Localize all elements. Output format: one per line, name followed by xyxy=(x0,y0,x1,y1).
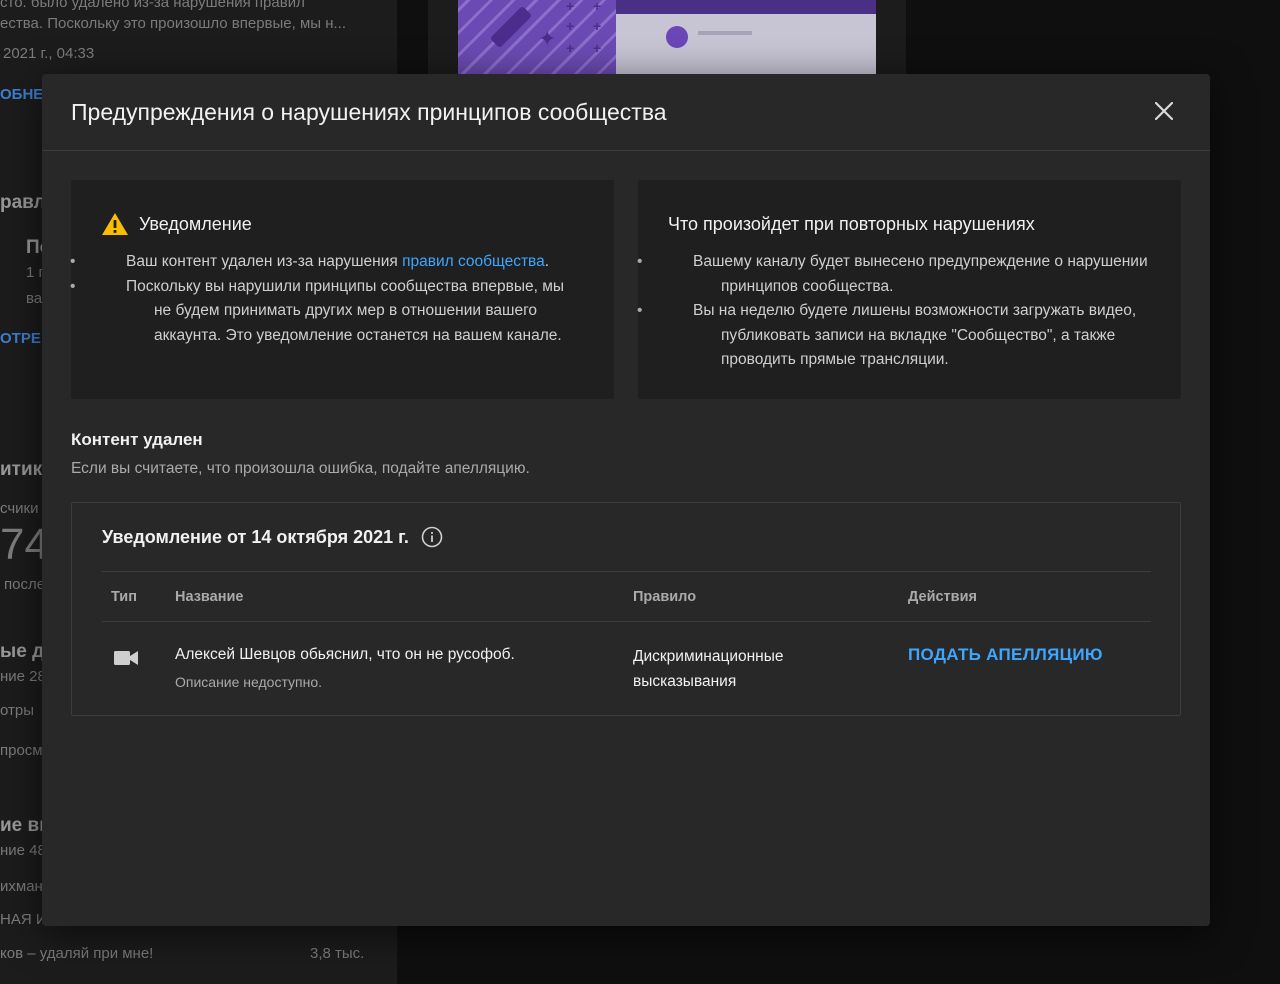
list-item: Вы на неделю будете лишены возможности з… xyxy=(668,299,1151,373)
repeat-card-header: Что произойдет при повторных нарушениях xyxy=(668,212,1151,236)
background-text: сто. было удалено из-за нарушения правил xyxy=(0,0,305,11)
close-button[interactable] xyxy=(1146,93,1182,129)
background-text: равл xyxy=(0,192,46,213)
column-type: Тип xyxy=(111,589,137,605)
avatar xyxy=(666,26,688,48)
thumbnail-band xyxy=(616,0,876,14)
column-rule: Правило xyxy=(633,589,697,605)
video-title: Алексей Шевцов обьяснил, что он не русоф… xyxy=(175,646,515,663)
background-text: после xyxy=(4,576,46,593)
video-description: Описание недоступно. xyxy=(175,674,323,690)
background-text: 2021 г., 04:33 xyxy=(3,45,95,62)
thumbnail-bar xyxy=(698,31,752,35)
appeal-button[interactable]: ПОДАТЬ АПЕЛЛЯЦИЮ xyxy=(908,645,1103,665)
background-text: итик xyxy=(0,459,43,480)
repeat-card-title: Что произойдет при повторных нарушениях xyxy=(668,213,1035,234)
background-text: ков – удаляй при мне! xyxy=(0,945,154,962)
star-icon: + xyxy=(593,18,602,34)
star-icon: + xyxy=(566,18,575,34)
list-item: Поскольку вы нарушили принципы сообществ… xyxy=(101,275,584,349)
info-cards: Уведомление Ваш контент удален из-за нар… xyxy=(71,180,1181,399)
table-row: Алексей Шевцов обьяснил, что он не русоф… xyxy=(102,623,1151,715)
repeat-bullets: Вашему каналу будет вынесено предупрежде… xyxy=(668,250,1151,373)
background-text: ества. Поскольку это произошло впервые, … xyxy=(0,15,347,32)
list-item: Вашему каналу будет вынесено предупрежде… xyxy=(668,250,1151,299)
column-name: Название xyxy=(175,589,244,605)
background-text: ые д xyxy=(0,641,45,662)
repeat-violations-card: Что произойдет при повторных нарушениях … xyxy=(638,180,1181,399)
section-subtitle: Если вы считаете, что произошла ошибка, … xyxy=(71,460,530,477)
background-text: ихман xyxy=(0,878,43,895)
star-icon: + xyxy=(566,40,575,56)
background-text: 3,8 тыс. xyxy=(310,945,365,962)
notice-card: Уведомление Ваш контент удален из-за нар… xyxy=(71,180,614,399)
notice-date-title: Уведомление от 14 октября 2021 г. xyxy=(102,526,409,547)
background-text: ва xyxy=(26,290,43,307)
close-icon xyxy=(1155,102,1173,120)
star-icon: + xyxy=(566,0,575,14)
background-link: ОБНЕ xyxy=(0,86,44,103)
star-icon: ✦ xyxy=(538,26,557,51)
warning-icon xyxy=(102,213,128,235)
notice-card-header: Уведомление xyxy=(101,212,584,236)
background-link: ОТРЕ xyxy=(0,330,41,347)
background-text: НАЯ И xyxy=(0,911,47,928)
bullet-text: Ваш контент удален из-за нарушения xyxy=(126,253,403,270)
notice-card-title: Уведомление xyxy=(139,213,252,234)
column-actions: Действия xyxy=(908,589,977,605)
strikes-dialog: Предупреждения о нарушениях принципов со… xyxy=(42,74,1210,926)
bullet-text: . xyxy=(544,253,550,270)
info-icon[interactable] xyxy=(421,526,443,548)
community-guidelines-link[interactable]: правил сообщества xyxy=(402,253,545,270)
bullet-text: Вашему каналу будет вынесено предупрежде… xyxy=(693,253,1148,295)
bullet-text: Вы на неделю будете лишены возможности з… xyxy=(693,302,1137,368)
table-header: Тип Название Правило Действия xyxy=(102,571,1151,622)
section-title: Контент удален xyxy=(71,430,203,449)
background-text: ние 28 xyxy=(0,668,46,685)
background-text: отры xyxy=(0,702,35,719)
bullet-text: Поскольку вы нарушили принципы сообществ… xyxy=(126,277,564,344)
violated-rule: Дискриминационные высказывания xyxy=(633,648,784,690)
background-text: просм xyxy=(0,742,43,759)
star-icon: + xyxy=(593,40,602,56)
dialog-header: Предупреждения о нарушениях принципов со… xyxy=(42,74,1210,151)
background-text: ние 48 xyxy=(0,842,46,859)
video-camera-icon xyxy=(114,651,138,665)
notice-bullets: Ваш контент удален из-за нарушения прави… xyxy=(101,250,584,348)
thumbnail-panel xyxy=(616,14,876,74)
star-icon: + xyxy=(593,0,602,14)
background-text: счики xyxy=(0,500,39,517)
notice-table-header: Уведомление от 14 октября 2021 г. xyxy=(102,526,443,548)
dialog-title: Предупреждения о нарушениях принципов со… xyxy=(71,98,667,125)
background-thumbnail: + + + + ✦ + + xyxy=(458,0,876,74)
list-item: Ваш контент удален из-за нарушения прави… xyxy=(101,250,584,275)
notice-table-box: Уведомление от 14 октября 2021 г. Тип На… xyxy=(71,502,1181,716)
